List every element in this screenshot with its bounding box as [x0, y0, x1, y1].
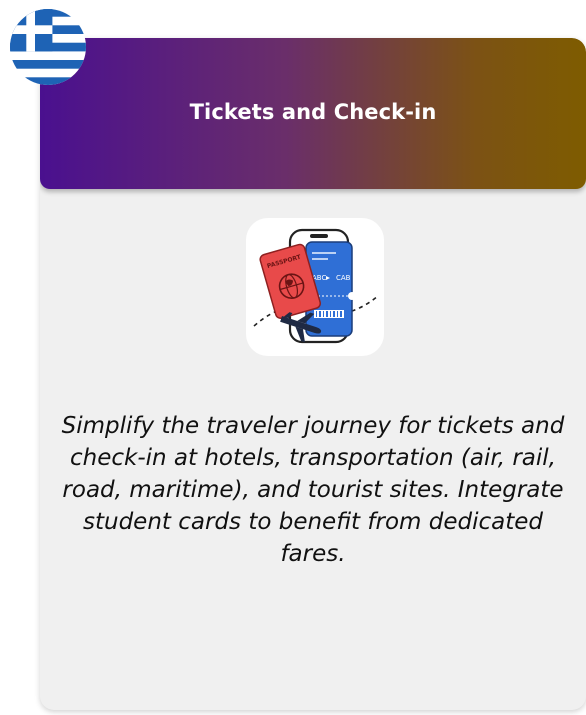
ticket-to-text: CAB	[336, 274, 351, 282]
feature-card: Tickets and Check-in ABC CAB PASSPORT Si…	[40, 38, 586, 710]
passport-ticket-phone-icon: ABC CAB PASSPORT	[253, 228, 379, 344]
card-description: Simplify the traveler journey for ticket…	[61, 413, 565, 567]
illustration-tile: ABC CAB PASSPORT	[246, 218, 384, 356]
card-title: Tickets and Check-in	[189, 99, 437, 124]
card-header: Tickets and Check-in	[40, 38, 586, 189]
greece-flag-icon	[10, 9, 86, 85]
